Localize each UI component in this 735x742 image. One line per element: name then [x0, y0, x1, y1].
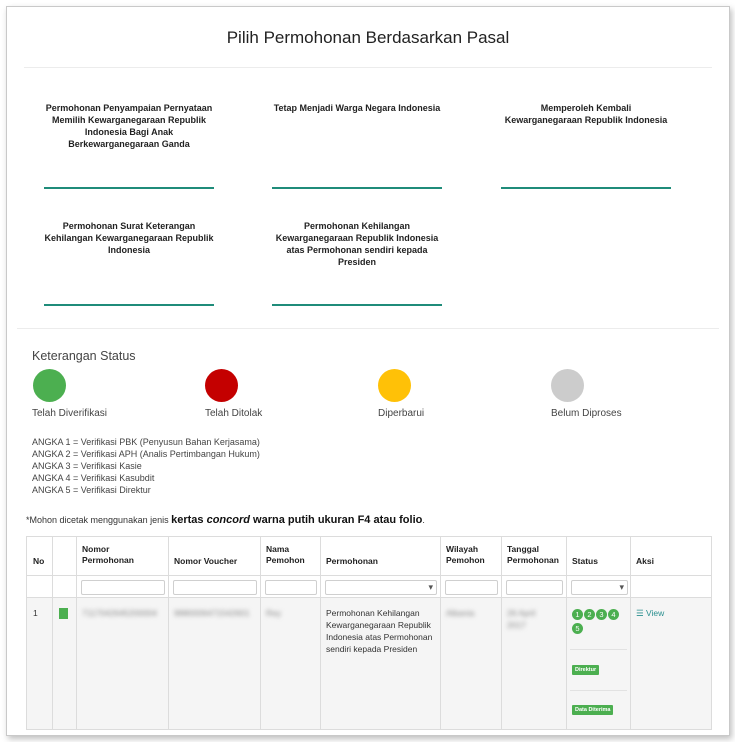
legend-item: ANGKA 5 = Verifikasi Direktur	[32, 485, 151, 495]
card-underline	[501, 187, 671, 189]
header-aksi[interactable]: Aksi	[636, 556, 654, 567]
filter-status-select[interactable]	[571, 580, 628, 595]
card-underline	[44, 187, 214, 189]
header-permohonan[interactable]: Permohonan	[326, 556, 378, 567]
print-note-suffix: .	[422, 515, 425, 525]
print-note-bold: kertas	[171, 514, 207, 526]
legend-item: ANGKA 4 = Verifikasi Kasubdit	[32, 473, 155, 483]
card-underline	[272, 187, 442, 189]
header-nomor-voucher[interactable]: Nomor Voucher	[174, 556, 237, 567]
header-tanggal-permohonan[interactable]: Tanggal Permohonan	[507, 544, 563, 566]
legend-item: ANGKA 2 = Verifikasi APH (Analis Pertimb…	[32, 449, 260, 459]
step-badge: 4	[608, 609, 619, 620]
card-kehilangan-kepada-presiden[interactable]: Permohonan Kehilangan Kewarganegaraan Re…	[272, 220, 442, 268]
header-no[interactable]: No	[33, 556, 44, 567]
row-nomor-voucher: 9880006471542601	[174, 608, 250, 618]
row-tanggal-permohonan: 26 April 2017	[507, 608, 536, 630]
step-badge: 1	[572, 609, 583, 620]
filter-permohonan-select[interactable]	[325, 580, 437, 595]
status-tag-direktur: Direktur	[572, 665, 600, 675]
status-tag-data-diterima: Data Diterima	[572, 705, 614, 715]
filter-wilayah-input[interactable]	[445, 580, 498, 595]
status-pending-dot	[551, 369, 584, 402]
section-divider	[17, 328, 719, 329]
row-no: 1	[33, 608, 38, 618]
print-note-bold: warna putih ukuran F4 atau folio	[250, 514, 423, 526]
card-underline	[44, 304, 214, 306]
filter-nomor-permohonan-input[interactable]	[81, 580, 165, 595]
legend-item: ANGKA 1 = Verifikasi PBK (Penyusun Bahan…	[32, 437, 260, 447]
permohonan-table: No Nomor Permohonan Nomor Voucher Nama P…	[26, 536, 712, 730]
row-wilayah-pemohon: Albania	[446, 608, 475, 618]
row-status-indicator	[59, 608, 68, 619]
card-memperoleh-kembali[interactable]: Memperoleh Kembali Kewarganegaraan Repub…	[501, 102, 671, 126]
filter-nomor-voucher-input[interactable]	[173, 580, 257, 595]
print-note-prefix: *Mohon dicetak menggunakan jenis	[26, 515, 172, 525]
step-badge: 2	[584, 609, 595, 620]
status-verified-dot	[33, 369, 66, 402]
status-updated-label: Diperbarui	[378, 408, 425, 419]
status-verified-label: Telah Diverifikasi	[32, 408, 108, 419]
step-badge: 5	[572, 623, 583, 634]
card-surat-keterangan-kehilangan[interactable]: Permohonan Surat Keterangan Kehilangan K…	[44, 220, 214, 256]
header-nomor-permohonan[interactable]: Nomor Permohonan	[82, 544, 162, 566]
status-rejected-dot	[205, 369, 238, 402]
row-permohonan: Permohonan Kehilangan Kewarganegaraan Re…	[326, 608, 433, 654]
step-badge: 3	[596, 609, 607, 620]
list-icon: ☰	[636, 608, 644, 618]
legend-item: ANGKA 3 = Verifikasi Kasie	[32, 461, 142, 471]
card-underline	[272, 304, 442, 306]
status-heading: Keterangan Status	[32, 349, 136, 363]
header-status[interactable]: Status	[572, 556, 598, 567]
status-pending-label: Belum Diproses	[551, 408, 622, 419]
status-updated-dot	[378, 369, 411, 402]
status-rejected-label: Telah Ditolak	[205, 408, 263, 419]
page-title: Pilih Permohonan Berdasarkan Pasal	[226, 28, 510, 47]
view-label: View	[646, 608, 665, 618]
header-wilayah-pemohon[interactable]: Wilayah Pemohon	[446, 544, 496, 566]
title-divider	[24, 67, 712, 68]
filter-tanggal-input[interactable]	[506, 580, 563, 595]
print-note: *Mohon dicetak menggunakan jenis kertas …	[26, 514, 425, 526]
main-panel: Pilih Permohonan Berdasarkan Pasal Permo…	[6, 6, 730, 736]
view-link[interactable]: ☰ View	[636, 608, 664, 619]
filter-nama-pemohon-input[interactable]	[265, 580, 317, 595]
print-note-italic: concord	[206, 514, 250, 526]
row-nomor-permohonan: 7117042645200004	[82, 608, 158, 618]
verification-legend: ANGKA 1 = Verifikasi PBK (Penyusun Bahan…	[32, 436, 260, 496]
row-nama-pemohon: Rey	[266, 608, 282, 618]
card-tetap-wni[interactable]: Tetap Menjadi Warga Negara Indonesia	[272, 102, 442, 114]
card-pilih-kewarganegaraan[interactable]: Permohonan Penyampaian Pernyataan Memili…	[44, 102, 214, 150]
header-nama-pemohon[interactable]: Nama Pemohon	[266, 544, 316, 566]
